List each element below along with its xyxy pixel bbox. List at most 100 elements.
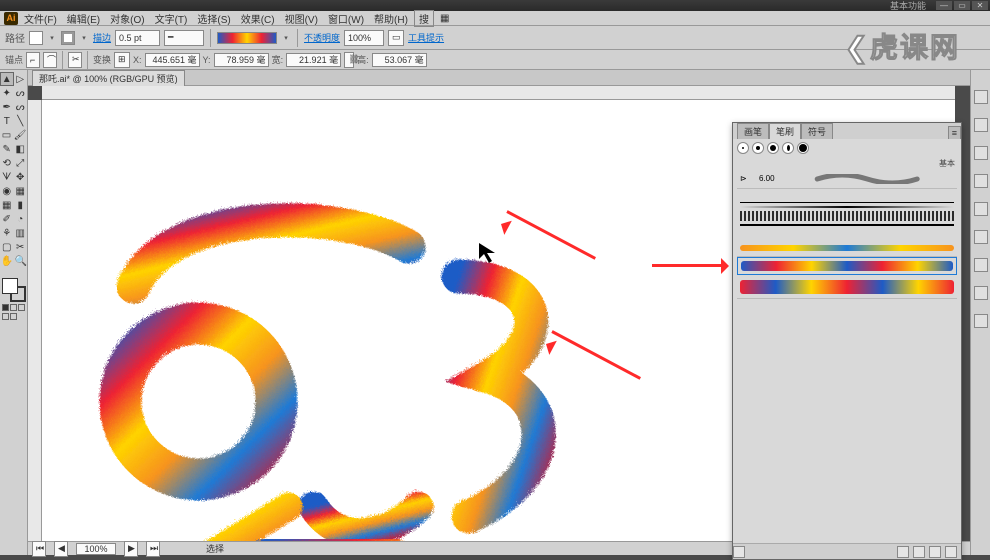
fill-stroke-control[interactable] bbox=[2, 278, 26, 302]
artboard-nav-prev[interactable]: ◀ bbox=[54, 541, 68, 557]
delete-brush-icon[interactable] bbox=[945, 546, 957, 558]
fill-dropdown-icon[interactable]: ▾ bbox=[47, 34, 57, 42]
stroke-dropdown-icon[interactable]: ▾ bbox=[79, 34, 89, 42]
pencil-tool[interactable]: ✎ bbox=[0, 142, 14, 156]
artboard-nav-next[interactable]: ▶ bbox=[124, 541, 138, 557]
zoom-tool[interactable]: 🔍 bbox=[14, 254, 28, 268]
x-field[interactable]: 445.651 毫 bbox=[145, 53, 200, 67]
paintbrush-tool[interactable]: 🖌 bbox=[13, 128, 27, 142]
artboard-nav-first[interactable]: ⏮ bbox=[32, 541, 46, 557]
menu-window[interactable]: 窗口(W) bbox=[324, 10, 368, 27]
artboard-nav-last[interactable]: ⏭ bbox=[146, 541, 160, 557]
y-field[interactable]: 78.959 毫 bbox=[214, 53, 269, 67]
maximize-button[interactable]: ▭ bbox=[954, 1, 970, 10]
menu-effect[interactable]: 效果(C) bbox=[237, 10, 279, 27]
curvature-tool[interactable]: ᔕ bbox=[14, 100, 28, 114]
menu-view[interactable]: 视图(V) bbox=[281, 10, 322, 27]
menu-edit[interactable]: 编辑(E) bbox=[63, 10, 104, 27]
art-brush-color-2-selected[interactable] bbox=[737, 257, 957, 275]
document-tab[interactable]: 那吒.ai* @ 100% (RGB/GPU 预览) bbox=[32, 70, 185, 86]
dock-stroke-icon[interactable] bbox=[974, 202, 988, 216]
menu-help[interactable]: 帮助(H) bbox=[370, 10, 412, 27]
link-wh-icon[interactable]: ⛓ bbox=[344, 52, 354, 68]
stroke-link[interactable]: 描边 bbox=[93, 31, 111, 44]
gradient-tool[interactable]: ▮ bbox=[14, 198, 28, 212]
brush-libraries-icon[interactable] bbox=[733, 546, 745, 558]
fill-swatch[interactable] bbox=[29, 31, 43, 45]
panel-menu-icon[interactable]: ≡ bbox=[948, 126, 961, 139]
ruler-horizontal[interactable] bbox=[42, 86, 955, 100]
dock-appearance-icon[interactable] bbox=[974, 286, 988, 300]
ruler-vertical[interactable] bbox=[28, 100, 42, 541]
dock-gradient-icon[interactable] bbox=[974, 230, 988, 244]
tab-brushes[interactable]: 笔刷 bbox=[769, 123, 801, 139]
mesh-tool[interactable]: ▦ bbox=[0, 198, 14, 212]
dock-swatches-icon[interactable] bbox=[974, 118, 988, 132]
opacity-field[interactable]: 100% bbox=[344, 30, 384, 46]
eraser-tool[interactable]: ◧ bbox=[14, 142, 28, 156]
remove-brush-stroke-icon[interactable] bbox=[897, 546, 909, 558]
width-tool[interactable]: ᗐ bbox=[0, 170, 14, 184]
line-tool[interactable]: ╲ bbox=[14, 114, 28, 128]
direct-selection-tool[interactable]: ▷ bbox=[14, 72, 28, 86]
scale-tool[interactable]: ⤢ bbox=[14, 156, 28, 170]
magic-wand-tool[interactable]: ✦ bbox=[0, 86, 14, 100]
stroke-swatch[interactable] bbox=[61, 31, 75, 45]
pen-tool[interactable]: ✒ bbox=[0, 100, 14, 114]
cut-path-icon[interactable]: ✂ bbox=[68, 52, 82, 68]
screen-mode-row[interactable] bbox=[0, 313, 27, 320]
arrange-docs-icon[interactable]: ▦ bbox=[436, 12, 453, 25]
reference-point[interactable]: ⊞ bbox=[114, 52, 130, 68]
calli-brush-4[interactable] bbox=[782, 142, 794, 154]
tab-symbols[interactable]: 符号 bbox=[801, 123, 833, 139]
variable-width-profile[interactable]: ━ bbox=[164, 30, 204, 46]
art-brush-group[interactable] bbox=[737, 189, 957, 239]
dock-layers-icon[interactable] bbox=[974, 314, 988, 328]
convert-corner-icon[interactable]: ⌐ bbox=[26, 52, 40, 68]
brush-options-icon[interactable] bbox=[913, 546, 925, 558]
new-brush-icon[interactable] bbox=[929, 546, 941, 558]
opacity-link[interactable]: 不透明度 bbox=[304, 31, 340, 44]
free-transform-tool[interactable]: ✥ bbox=[14, 170, 28, 184]
artboard-tool[interactable]: ▢ bbox=[0, 240, 14, 254]
brush-list-empty-area[interactable] bbox=[737, 299, 957, 539]
brush-definition-preview[interactable] bbox=[217, 32, 277, 44]
art-brush-color-1[interactable] bbox=[737, 239, 957, 257]
shape-builder-tool[interactable]: ◉ bbox=[0, 184, 14, 198]
type-tool[interactable]: T bbox=[0, 114, 14, 128]
calli-brush-5[interactable] bbox=[797, 142, 809, 154]
dock-transparency-icon[interactable] bbox=[974, 258, 988, 272]
dock-color-icon[interactable] bbox=[974, 90, 988, 104]
art-brush-color-3[interactable] bbox=[737, 275, 957, 299]
slice-tool[interactable]: ✂ bbox=[14, 240, 28, 254]
menu-file[interactable]: 文件(F) bbox=[20, 10, 61, 27]
eyedropper-tool[interactable]: ✐ bbox=[0, 212, 14, 226]
tab-brush[interactable]: 画笔 bbox=[737, 123, 769, 139]
menu-type[interactable]: 文字(T) bbox=[151, 10, 192, 27]
zoom-field[interactable]: 100% bbox=[76, 543, 116, 555]
dock-brushes-icon[interactable] bbox=[974, 146, 988, 160]
lasso-tool[interactable]: ᔕ bbox=[14, 86, 28, 100]
brush-dropdown-icon[interactable]: ▾ bbox=[281, 34, 291, 42]
blend-tool[interactable]: ◔ bbox=[14, 212, 28, 226]
dock-symbols-icon[interactable] bbox=[974, 174, 988, 188]
workspace-switcher[interactable]: 基本功能 bbox=[890, 0, 926, 12]
color-mode-row[interactable] bbox=[0, 304, 27, 311]
calli-brush-2[interactable] bbox=[752, 142, 764, 154]
graph-tool[interactable]: ▥ bbox=[14, 226, 28, 240]
graphic-style[interactable]: ▭ bbox=[388, 30, 404, 46]
rotate-tool[interactable]: ⟲ bbox=[0, 156, 14, 170]
brush-row-wave[interactable]: ⊳ 6.00 bbox=[737, 169, 957, 189]
selection-tool[interactable]: ▲ bbox=[0, 72, 14, 86]
perspective-tool[interactable]: ▦ bbox=[14, 184, 28, 198]
stroke-weight-field[interactable]: 0.5 pt bbox=[115, 30, 160, 46]
close-button[interactable]: ✕ bbox=[972, 1, 988, 10]
h-field[interactable]: 53.067 毫 bbox=[372, 53, 427, 67]
menu-object[interactable]: 对象(O) bbox=[106, 10, 148, 27]
w-field[interactable]: 21.921 毫 bbox=[286, 53, 341, 67]
hand-tool[interactable]: ✋ bbox=[0, 254, 14, 268]
menu-search[interactable]: 搜 bbox=[414, 10, 434, 27]
recolor-tooltip[interactable]: 工具提示 bbox=[408, 31, 444, 44]
rectangle-tool[interactable]: ▭ bbox=[0, 128, 13, 142]
minimize-button[interactable]: — bbox=[936, 1, 952, 10]
